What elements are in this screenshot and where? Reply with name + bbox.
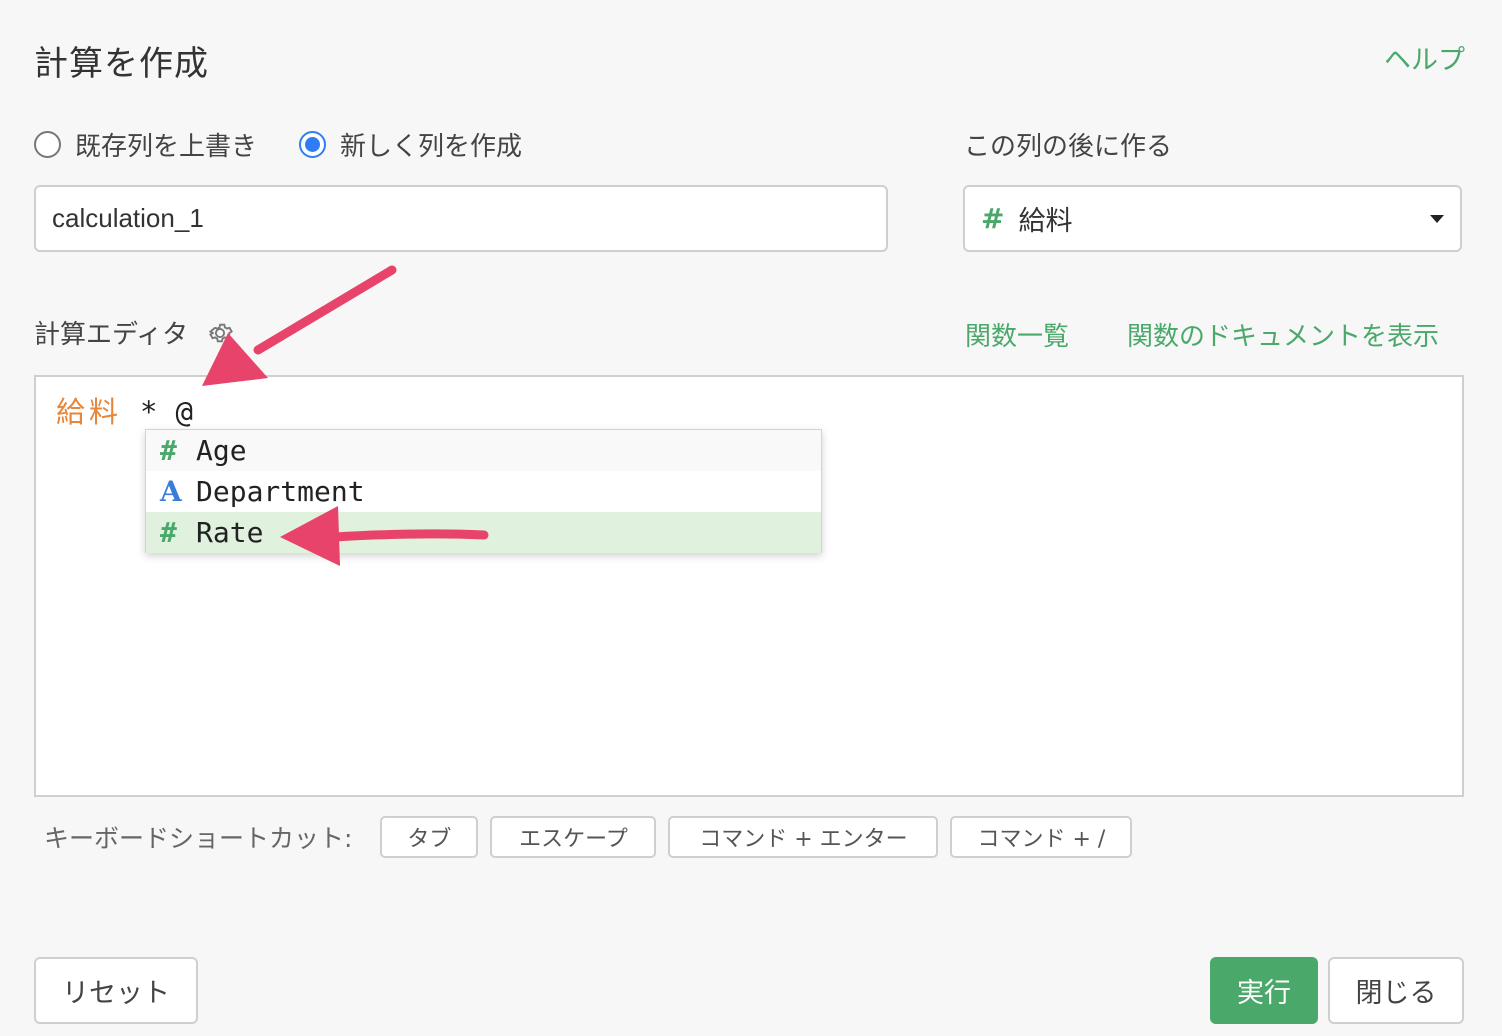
shortcut-key-cmd-slash: コマンド + /	[950, 816, 1133, 858]
editor-label-row: 計算エディタ	[34, 314, 234, 351]
autocomplete-item-age[interactable]: # Age	[146, 430, 821, 471]
shortcut-key-tab: タブ	[380, 816, 479, 858]
number-type-icon: #	[981, 202, 1005, 235]
column-name-input[interactable]	[34, 185, 888, 252]
radio-overwrite-label: 既存列を上書き	[75, 132, 258, 162]
caret-down-icon	[1430, 215, 1444, 223]
autocomplete-dropdown: # Age A Department # Rate	[145, 429, 822, 553]
position-label: この列の後に作る	[964, 132, 1173, 162]
text-type-icon: A	[160, 475, 182, 508]
autocomplete-item-label: Department	[196, 475, 365, 508]
function-doc-link[interactable]: 関数のドキュメントを表示	[1127, 316, 1439, 353]
radio-unchecked-icon[interactable]	[34, 131, 61, 158]
run-button[interactable]: 実行	[1210, 957, 1318, 1024]
autocomplete-item-department[interactable]: A Department	[146, 471, 821, 512]
number-type-icon: #	[160, 434, 177, 467]
code-column-token: 給料	[56, 395, 123, 429]
mode-radio-group: 既存列を上書き 新しく列を作成	[34, 126, 564, 163]
code-line: 給料 * @	[56, 389, 193, 431]
position-selected-value: 給料	[1018, 206, 1073, 237]
autocomplete-item-label: Rate	[196, 516, 264, 549]
radio-checked-icon[interactable]	[299, 131, 327, 158]
function-list-link[interactable]: 関数一覧	[965, 316, 1069, 353]
radio-new-column[interactable]: 新しく列を作成	[299, 126, 522, 163]
keyboard-shortcuts: キーボードショートカット: タブ エスケープ コマンド + エンター コマンド …	[44, 816, 1144, 858]
dialog-title: 計算を作成	[34, 44, 209, 84]
gear-icon[interactable]	[206, 319, 234, 347]
code-cursor-token: @	[175, 395, 193, 429]
position-select[interactable]: # 給料	[963, 185, 1462, 252]
reset-button[interactable]: リセット	[34, 957, 198, 1024]
autocomplete-item-label: Age	[196, 434, 247, 467]
number-type-icon: #	[160, 516, 177, 549]
editor-label: 計算エディタ	[34, 320, 189, 350]
radio-overwrite-column[interactable]: 既存列を上書き	[34, 126, 257, 163]
radio-new-label: 新しく列を作成	[340, 132, 523, 162]
shortcuts-label: キーボードショートカット:	[44, 824, 353, 853]
help-link[interactable]: ヘルプ	[1384, 38, 1465, 77]
shortcut-key-escape: エスケープ	[490, 816, 657, 858]
shortcut-key-cmd-enter: コマンド + エンター	[668, 816, 939, 858]
close-button[interactable]: 閉じる	[1328, 957, 1464, 1024]
autocomplete-item-rate[interactable]: # Rate	[146, 512, 821, 553]
code-operator-token: *	[140, 395, 158, 429]
